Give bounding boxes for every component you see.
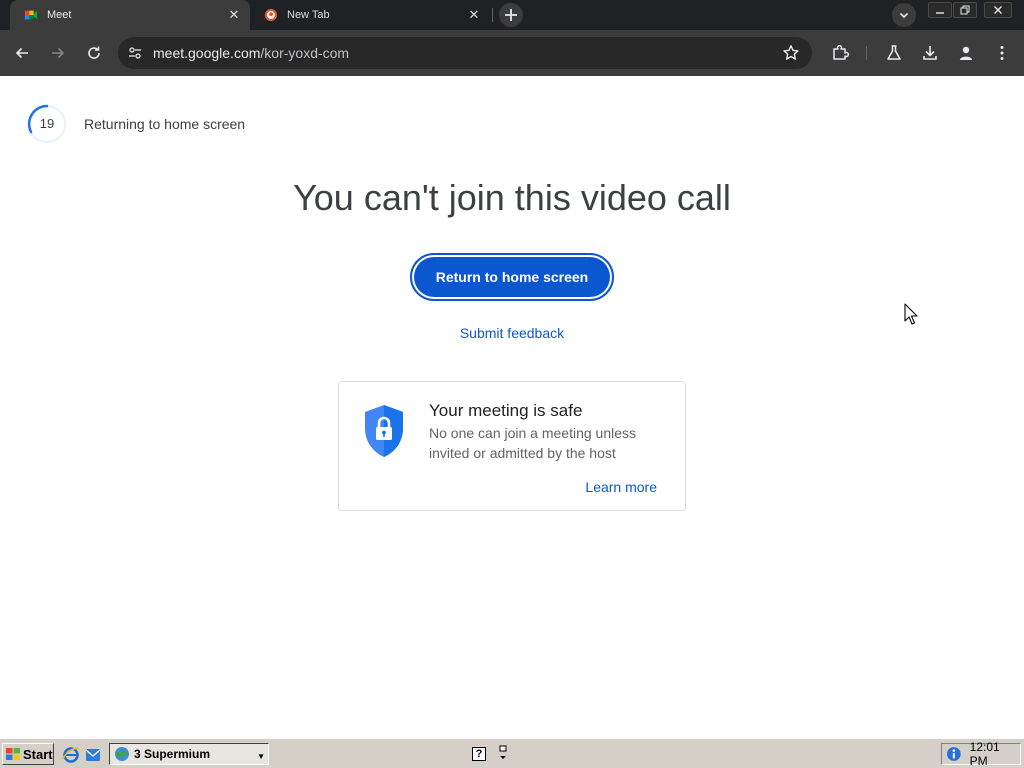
tab-title: New Tab bbox=[287, 9, 330, 21]
return-home-label: Return to home screen bbox=[414, 257, 610, 297]
downloads-button[interactable] bbox=[919, 42, 941, 64]
tab-new-tab[interactable]: New Tab ✕ bbox=[254, 0, 490, 30]
system-tray: 12:01 PM bbox=[941, 740, 1021, 768]
tab-divider bbox=[492, 8, 493, 22]
download-icon bbox=[923, 46, 937, 60]
google-meet-icon bbox=[24, 10, 38, 20]
plus-icon bbox=[505, 9, 517, 21]
back-button[interactable] bbox=[10, 41, 34, 65]
restore-icon bbox=[960, 5, 970, 15]
start-button[interactable]: Start bbox=[2, 743, 54, 765]
duckduckgo-icon bbox=[264, 8, 278, 22]
tab-title: Meet bbox=[47, 9, 72, 21]
url-path: /kor-yoxd-com bbox=[260, 45, 350, 61]
minimize-button[interactable] bbox=[928, 2, 952, 18]
start-label: Start bbox=[23, 746, 53, 762]
learn-more-link[interactable]: Learn more bbox=[585, 479, 657, 495]
tab-meet[interactable]: Meet ✕ bbox=[10, 0, 250, 30]
tab-strip: Meet ✕ New Tab ✕ bbox=[0, 0, 1024, 30]
site-info-icon[interactable] bbox=[127, 45, 143, 61]
taskbar-item-supermium[interactable]: 3 Supermium ▼ bbox=[109, 743, 269, 765]
profile-button[interactable] bbox=[955, 42, 977, 64]
system-tray-arrow-icon[interactable] bbox=[498, 745, 508, 763]
arrow-left-icon bbox=[15, 47, 28, 59]
reload-button[interactable] bbox=[82, 41, 106, 65]
address-url[interactable]: meet.google.com/kor-yoxd-com bbox=[153, 45, 349, 61]
task-label: 3 Supermium bbox=[134, 747, 211, 761]
forward-button[interactable] bbox=[46, 41, 70, 65]
card-description: No one can join a meeting unless invited… bbox=[429, 425, 637, 461]
card-title: Your meeting is safe bbox=[429, 401, 583, 420]
help-icon[interactable]: ? bbox=[472, 747, 486, 761]
menu-button[interactable] bbox=[991, 42, 1013, 64]
network-info-icon[interactable] bbox=[946, 746, 962, 762]
returning-text: Returning to home screen bbox=[84, 116, 246, 132]
outlook-express-icon[interactable] bbox=[84, 746, 102, 764]
close-icon bbox=[994, 6, 1002, 14]
browser-toolbar: meet.google.com/kor-yoxd-com bbox=[0, 30, 1024, 76]
person-icon bbox=[959, 46, 973, 60]
countdown-number: 19 bbox=[39, 116, 55, 131]
page-title: You can't join this video call bbox=[293, 177, 731, 218]
dropdown-arrow-icon: ▼ bbox=[257, 752, 265, 761]
flask-icon bbox=[887, 45, 901, 60]
submit-feedback-link[interactable]: Submit feedback bbox=[0, 325, 1024, 341]
countdown-timer: 19 bbox=[26, 103, 68, 145]
reload-icon bbox=[88, 46, 100, 59]
close-icon[interactable]: ✕ bbox=[226, 7, 242, 23]
taskbar: Start 3 Supermium ▼ ? 12:01 PM bbox=[0, 738, 1024, 768]
meeting-safe-card: Your meeting is safe No one can join a m… bbox=[338, 381, 686, 511]
address-bar[interactable]: meet.google.com/kor-yoxd-com bbox=[118, 37, 812, 69]
supermium-icon bbox=[115, 747, 129, 761]
mouse-pointer-icon bbox=[904, 303, 918, 325]
tab-search-button[interactable] bbox=[892, 3, 916, 27]
url-host: meet.google.com bbox=[153, 45, 261, 61]
shield-lock-icon bbox=[365, 405, 403, 457]
return-home-button[interactable]: Return to home screen bbox=[410, 253, 614, 301]
close-window-button[interactable] bbox=[984, 2, 1012, 18]
toolbar-divider bbox=[866, 46, 867, 60]
labs-button[interactable] bbox=[883, 42, 905, 64]
clock[interactable]: 12:01 PM bbox=[970, 740, 1020, 768]
extensions-button[interactable] bbox=[829, 42, 851, 64]
new-tab-button[interactable] bbox=[499, 3, 523, 27]
close-icon[interactable]: ✕ bbox=[466, 7, 482, 23]
internet-explorer-icon[interactable] bbox=[62, 746, 80, 764]
restore-button[interactable] bbox=[953, 2, 977, 18]
puzzle-icon bbox=[833, 44, 849, 60]
more-vert-icon bbox=[1000, 46, 1004, 60]
bookmark-star-icon[interactable] bbox=[782, 44, 800, 62]
arrow-right-icon bbox=[52, 47, 65, 59]
windows-flag-icon bbox=[6, 748, 20, 760]
chevron-down-icon bbox=[899, 12, 909, 19]
minimize-icon bbox=[936, 12, 944, 14]
